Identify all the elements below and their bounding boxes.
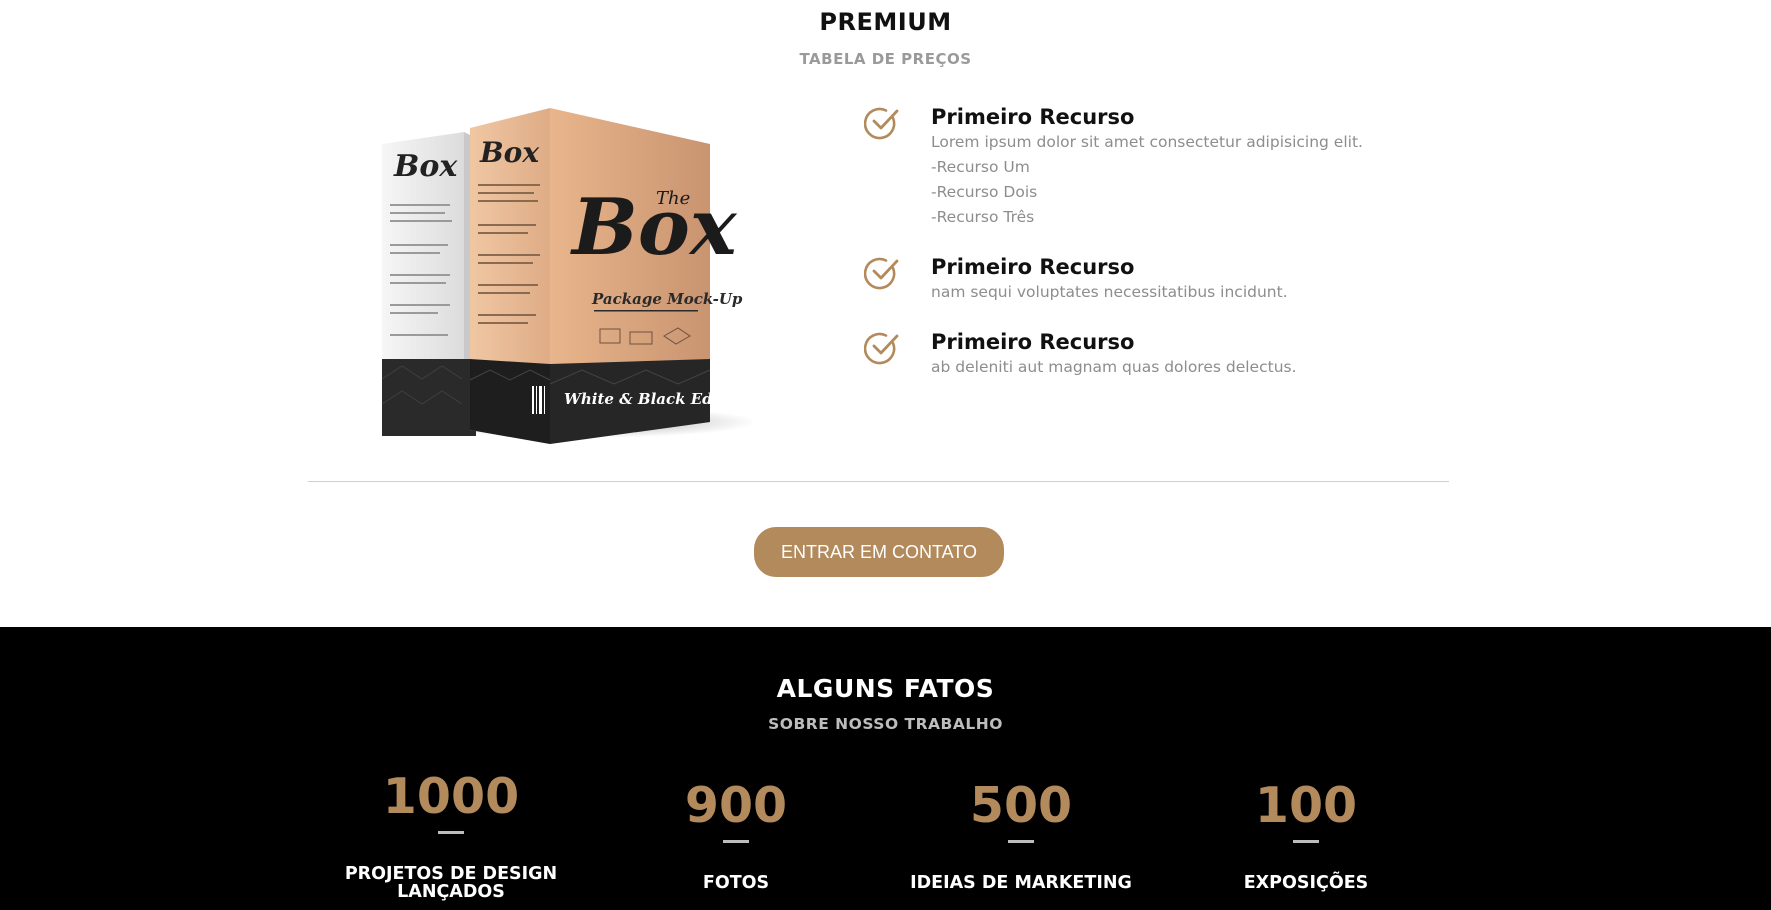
stat-divider — [1293, 840, 1319, 843]
stat-label: FOTOS — [702, 873, 770, 893]
feature-description: Lorem ipsum dolor sit amet consectetur a… — [931, 133, 1363, 151]
stat-label: PROJETOS DE DESIGN LANÇADOS — [344, 864, 558, 902]
stat-projects: 1000 PROJETOS DE DESIGN LANÇADOS — [321, 768, 581, 902]
stat-divider — [1008, 840, 1034, 843]
svg-text:Box: Box — [479, 136, 539, 169]
svg-text:Box: Box — [570, 182, 738, 273]
feature-description: ab deleniti aut magnam quas dolores dele… — [931, 358, 1297, 376]
facts-title: ALGUNS FATOS — [776, 674, 995, 703]
feature-title: Primeiro Recurso — [931, 330, 1135, 354]
stat-divider — [438, 831, 464, 834]
stat-value: 100 — [1254, 777, 1358, 834]
stat-value: 500 — [969, 777, 1073, 834]
product-box-image: Box Box Box The Package Mock-Up White & … — [381, 108, 752, 444]
stat-value: 1000 — [382, 768, 520, 825]
facts-section: ALGUNS FATOS SOBRE NOSSO TRABALHO 1000 P… — [0, 627, 1771, 910]
feature-item: Primeiro Recurso Lorem ipsum dolor sit a… — [864, 104, 1363, 230]
stat-exhibitions: 100 EXPOSIÇÕES — [1176, 777, 1436, 893]
feature-bullet: -Recurso Três — [931, 208, 1035, 226]
svg-text:The: The — [656, 188, 690, 209]
feature-title: Primeiro Recurso — [931, 105, 1135, 129]
check-circle-icon — [864, 257, 899, 290]
stat-marketing-ideas: 500 IDEIAS DE MARKETING — [891, 777, 1151, 893]
feature-title: Primeiro Recurso — [931, 255, 1135, 279]
feature-bullet: -Recurso Dois — [931, 183, 1038, 201]
svg-text:White & Black Edition: White & Black Edition — [564, 390, 752, 408]
feature-item: Primeiro Recurso ab deleniti aut magnam … — [864, 329, 1297, 380]
section-divider — [308, 481, 1449, 482]
stat-divider — [723, 840, 749, 843]
feature-bullet: -Recurso Um — [931, 158, 1030, 176]
stat-value: 900 — [684, 777, 788, 834]
facts-subtitle: SOBRE NOSSO TRABALHO — [768, 715, 1003, 733]
premium-title: PREMIUM — [819, 8, 952, 36]
feature-item: Primeiro Recurso nam sequi voluptates ne… — [864, 254, 1288, 305]
premium-section: PREMIUM TABELA DE PREÇOS Box Box Box The… — [0, 0, 1771, 627]
stat-photos: 900 FOTOS — [606, 777, 866, 893]
svg-text:Box: Box — [393, 149, 458, 184]
feature-description: nam sequi voluptates necessitatibus inci… — [931, 283, 1288, 301]
check-circle-icon — [864, 332, 899, 365]
svg-text:Package Mock-Up: Package Mock-Up — [591, 290, 743, 308]
stat-label: EXPOSIÇÕES — [1243, 873, 1369, 893]
premium-subtitle: TABELA DE PREÇOS — [799, 50, 972, 68]
check-circle-icon — [864, 107, 899, 140]
stat-label: IDEIAS DE MARKETING — [910, 873, 1132, 893]
contact-button[interactable]: ENTRAR EM CONTATO — [754, 527, 1004, 577]
